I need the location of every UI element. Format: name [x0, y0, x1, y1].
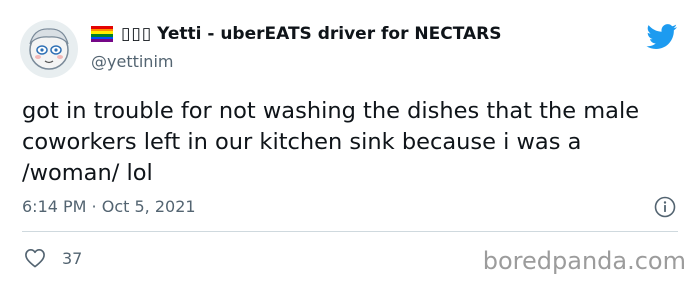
- tweet-text: got in trouble for not washing the dishe…: [22, 98, 640, 186]
- rainbow-flag-icon: [91, 26, 113, 43]
- divider: [22, 231, 678, 232]
- emoji-placeholder: ▯▯▯: [121, 24, 153, 44]
- heart-icon: [25, 249, 45, 268]
- like-count: 37: [62, 248, 83, 268]
- avatar[interactable]: [20, 20, 78, 78]
- display-name[interactable]: Yetti - uberEATS driver for NECTARS: [157, 24, 501, 44]
- twitter-bird-icon[interactable]: [646, 24, 678, 50]
- user-handle[interactable]: @yettinim: [91, 52, 173, 71]
- author-name-row[interactable]: ▯▯▯ Yetti - uberEATS driver for NECTARS: [91, 24, 501, 44]
- tweet-timestamp[interactable]: 6:14 PM · Oct 5, 2021: [22, 197, 196, 216]
- like-button[interactable]: 37: [24, 248, 82, 268]
- watermark: boredpanda.com: [482, 247, 686, 275]
- info-icon[interactable]: [654, 196, 676, 218]
